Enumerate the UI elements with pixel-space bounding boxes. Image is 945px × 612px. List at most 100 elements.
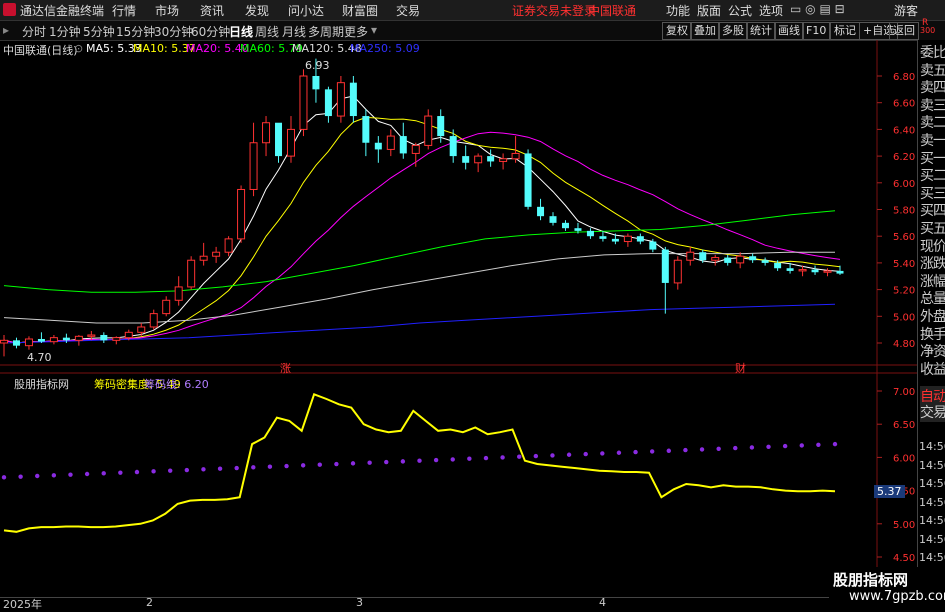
candle [749, 253, 757, 263]
chip-line-dot [649, 449, 655, 454]
menu-quotes[interactable]: 行情 [112, 2, 136, 19]
candle [237, 185, 246, 243]
candle [299, 69, 308, 137]
login-status[interactable]: 证券交易未登录 [512, 2, 596, 19]
candle-body-down [462, 156, 470, 163]
candle [87, 330, 96, 341]
period-daily[interactable]: 日线 [229, 23, 253, 40]
window-icons[interactable]: ▭ ◎ ▤ ⊟ [790, 2, 845, 16]
period-1min[interactable]: 1分钟 [49, 23, 81, 40]
tool-overlay-button[interactable]: 叠加 [690, 22, 720, 40]
candle-body-down [524, 153, 532, 207]
candle-body-down [449, 136, 457, 157]
menu-layout[interactable]: 版面 [697, 2, 721, 19]
collapse-icon[interactable]: ▸ [3, 23, 9, 37]
chip-line-dot [816, 442, 821, 447]
candle [811, 265, 819, 275]
candle-body-up [0, 339, 8, 344]
period-30min[interactable]: 30分钟 [154, 23, 193, 40]
candle-body-up [24, 338, 33, 347]
candle-body-down [62, 337, 70, 341]
chart-area[interactable]: 6.80 6.60 6.40 6.20 6.00 5.80 5.60 5.40 5.20 5.00… [0, 40, 917, 597]
chip-line-dot [84, 471, 90, 477]
high-price-label: 6.93 [305, 59, 330, 72]
tool-f10-button[interactable]: F10 [802, 22, 831, 40]
period-intraday[interactable]: 分时 [22, 23, 46, 40]
candle-body-down [724, 257, 732, 263]
chip-line-dot [317, 462, 322, 467]
chart-settings-icon[interactable]: ⊙ [74, 42, 83, 55]
period-5min[interactable]: 5分钟 [83, 23, 115, 40]
menu-options[interactable]: 选项 [759, 2, 783, 19]
tool-adjust-button[interactable]: 复权 [662, 22, 692, 40]
candle [462, 145, 470, 170]
menu-trade[interactable]: 交易 [396, 2, 420, 19]
tool-multistock-button[interactable]: 多股 [718, 22, 748, 40]
candle-body-down [574, 228, 582, 231]
candle-body-up [511, 152, 520, 160]
candle [399, 122, 407, 159]
candle-body-down [599, 236, 607, 239]
chip-line-dot [500, 455, 505, 460]
candle-body-down [836, 270, 844, 274]
low-price-label: 4.70 [27, 351, 52, 364]
menu-ask-xiaoda[interactable]: 问小达 [288, 2, 324, 19]
candle-body-up [299, 75, 308, 130]
side-time-3: 14:56 [919, 495, 945, 509]
candle-body-up [474, 155, 483, 164]
candle-body-up [224, 238, 233, 253]
title-bar: 通达信金融终端 行情 市场 资讯 发现 问小达 财富圈 交易 证券交易未登录 中… [0, 0, 945, 21]
candle [673, 256, 682, 290]
candle-body-up [711, 257, 720, 261]
candle-body-down [437, 116, 445, 137]
menu-function[interactable]: 功能 [666, 2, 690, 19]
period-multi[interactable]: 多周期 [308, 23, 344, 40]
menu-market[interactable]: 市场 [155, 2, 179, 19]
period-monthly[interactable]: 月线 [282, 23, 306, 40]
date-tick-mar: 3 [356, 596, 363, 609]
period-15min[interactable]: 15分钟 [116, 23, 155, 40]
ma250-label: MA250: 5.09 [350, 42, 420, 55]
candle [623, 233, 632, 247]
chip-line-dot [550, 453, 555, 458]
app-name: 通达信金融终端 [20, 4, 105, 18]
guest-user[interactable]: 游客 [894, 2, 918, 19]
period-weekly[interactable]: 周线 [255, 23, 279, 40]
period-more[interactable]: 更多 [344, 23, 368, 40]
trade-label[interactable]: 交易 [920, 402, 945, 422]
main-y-tick-label: 6.20 [893, 152, 915, 163]
candle [474, 153, 483, 173]
side-time-2: 14:56 [919, 477, 945, 490]
tool-stats-button[interactable]: 统计 [746, 22, 776, 40]
corner-code: 300 [920, 26, 936, 35]
menu-news[interactable]: 资讯 [200, 2, 224, 19]
chip-line-dot [782, 443, 788, 449]
candle-body-up [386, 135, 395, 150]
candle [636, 233, 644, 245]
tool-mark-button[interactable]: 标记 [830, 22, 860, 40]
menu-discover[interactable]: 发现 [245, 2, 269, 19]
period-60min[interactable]: 60分钟 [191, 23, 230, 40]
candle-body-up [174, 286, 183, 301]
chip-density-line [3, 392, 836, 533]
menu-wealth-circle[interactable]: 财富圈 [342, 2, 378, 19]
candle-body-down [749, 256, 757, 261]
candle-body-up [262, 122, 271, 144]
side-item-18[interactable]: 收益 [920, 359, 945, 379]
limit-up-marker[interactable]: 涨 [280, 360, 291, 376]
menu-formula[interactable]: 公式 [728, 2, 752, 19]
chip-line-dot [118, 470, 123, 475]
candle-body-down [561, 222, 569, 229]
tool-draw-button[interactable]: 画线 [774, 22, 804, 40]
chip-line-dot [716, 446, 721, 451]
more-dropdown-icon[interactable]: ▾ [371, 23, 377, 37]
candle-body-up [49, 337, 58, 343]
candle [262, 116, 271, 157]
candle [12, 337, 20, 349]
chip-line-dot [417, 458, 422, 463]
candle-body-up [798, 269, 807, 272]
finance-marker[interactable]: 财 [735, 360, 746, 376]
date-axis: 2025年 2 3 4 [0, 596, 917, 611]
tool-back-button[interactable]: 返回 [889, 22, 919, 40]
candle [349, 76, 357, 123]
